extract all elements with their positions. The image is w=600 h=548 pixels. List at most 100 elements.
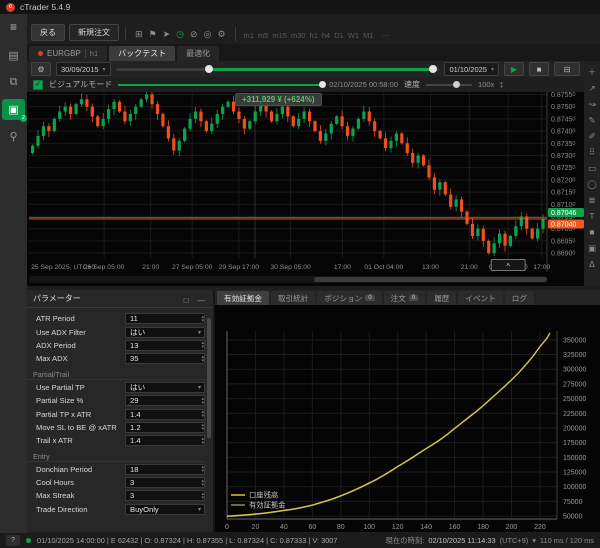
- range-end-handle[interactable]: [428, 65, 437, 73]
- results-tab-3[interactable]: 注文 0: [383, 291, 426, 305]
- tab-eurgbp[interactable]: EURGBP h1: [29, 46, 108, 61]
- layout-icon[interactable]: ⊞: [132, 28, 146, 41]
- chevron-down-icon[interactable]: ▾: [198, 506, 204, 513]
- value-stepper[interactable]: ▴ ▾: [201, 423, 204, 432]
- shape-tool[interactable]: ■: [584, 224, 600, 240]
- parameter-input[interactable]: 11 ▴ ▾: [125, 313, 205, 325]
- start-date-picker[interactable]: 30/09/2015 ▾: [56, 62, 111, 76]
- parameter-input[interactable]: 13 ▴ ▾: [125, 339, 205, 351]
- timeframe-M1[interactable]: M1: [361, 30, 375, 41]
- timeframe-W1[interactable]: W1: [346, 30, 361, 41]
- collapse-icon[interactable]: —: [195, 296, 207, 305]
- parameter-input[interactable]: 18 ▴ ▾: [125, 463, 205, 475]
- pencil-tool[interactable]: ✎: [584, 112, 600, 128]
- timeframe-m15[interactable]: m15: [270, 30, 289, 41]
- timeframe-m30[interactable]: m30: [289, 30, 308, 41]
- timeframe-D1[interactable]: D1: [332, 30, 346, 41]
- parameter-input[interactable]: 35 ▴ ▾: [125, 353, 205, 365]
- link-icon[interactable]: ⊘: [187, 28, 201, 41]
- playback-progress-slider[interactable]: [118, 80, 327, 90]
- parameter-input[interactable]: 1.2 ▴ ▾: [125, 421, 205, 433]
- backtest-settings-icon[interactable]: ⚙: [31, 62, 51, 76]
- help-icon[interactable]: ?: [6, 535, 20, 546]
- candlestick-chart-canvas[interactable]: 0.87550 0.87500 0.87450 0.87400 0.87350 0.873…: [29, 92, 585, 272]
- ray-tool[interactable]: ↝: [584, 96, 600, 112]
- timeframe-h1[interactable]: h1: [308, 30, 320, 41]
- fibonacci-tool[interactable]: ≣: [584, 192, 600, 208]
- date-range-slider[interactable]: [115, 63, 440, 75]
- value-stepper[interactable]: ▴ ▾: [201, 478, 204, 487]
- parameter-input[interactable]: 3 ▴ ▾: [125, 477, 205, 489]
- stepper-down-icon[interactable]: ▾: [201, 358, 204, 363]
- alert-tool[interactable]: Δ: [584, 256, 600, 272]
- back-button[interactable]: 戻る: [31, 24, 65, 41]
- stepper-down-icon[interactable]: ▾: [201, 400, 204, 405]
- popout-icon[interactable]: □: [182, 296, 191, 305]
- snapshot-tool[interactable]: ▣: [584, 240, 600, 256]
- trendline-tool[interactable]: ↗: [584, 80, 600, 96]
- stepper-down-icon[interactable]: ▾: [201, 440, 204, 445]
- parameter-input[interactable]: 3 ▴ ▾: [125, 490, 205, 502]
- sidebar-item-copy[interactable]: ⧉: [2, 72, 25, 93]
- value-stepper[interactable]: ▴ ▾: [201, 410, 204, 419]
- sidebar-item-automate[interactable]: ▣ 2: [2, 99, 27, 122]
- value-stepper[interactable]: ▴ ▾: [201, 314, 204, 323]
- speed-slider[interactable]: [426, 80, 473, 90]
- results-tab-6[interactable]: ログ: [504, 291, 534, 305]
- chevron-down-icon[interactable]: ▾: [198, 329, 204, 336]
- sidebar-item-trade[interactable]: ▤: [2, 45, 25, 66]
- price-chart[interactable]: 0.87550 0.87500 0.87450 0.87400 0.87350 0.873…: [27, 92, 584, 286]
- parameter-input[interactable]: BuyOnly ▾: [125, 503, 205, 515]
- stepper-down-icon[interactable]: ▾: [201, 482, 204, 487]
- stepper-down-icon[interactable]: ▾: [201, 427, 204, 432]
- dock-panel-button[interactable]: ⊟: [554, 62, 580, 76]
- sidebar-item-analyze[interactable]: ⚲: [2, 126, 25, 147]
- timeframe-m5[interactable]: m5: [256, 30, 270, 41]
- equity-chart-canvas[interactable]: 50000 75000 100000 125000 150000 175000 200000…: [215, 305, 600, 532]
- stepper-down-icon[interactable]: ▾: [201, 414, 204, 419]
- value-stepper[interactable]: ▴ ▾: [201, 491, 204, 500]
- value-stepper[interactable]: ▴ ▾: [201, 436, 204, 445]
- results-tab-4[interactable]: 履歴: [427, 291, 457, 305]
- value-stepper[interactable]: ▴ ▾: [201, 396, 204, 405]
- pattern-tool[interactable]: ⠿: [584, 144, 600, 160]
- text-tool[interactable]: T: [584, 208, 600, 224]
- rectangle-tool[interactable]: ▭: [584, 160, 600, 176]
- parameter-input[interactable]: 29 ▴ ▾: [125, 395, 205, 407]
- stop-button[interactable]: ■: [529, 62, 549, 76]
- tab-1[interactable]: バックテスト: [109, 46, 176, 61]
- value-stepper[interactable]: ▴ ▾: [201, 354, 204, 363]
- results-tab-0[interactable]: 有効証拠金: [217, 291, 269, 305]
- speed-handle[interactable]: [452, 80, 460, 88]
- visual-mode-checkbox[interactable]: ✓: [33, 79, 43, 90]
- pin-icon[interactable]: ⚑: [146, 28, 160, 41]
- range-start-handle[interactable]: [205, 65, 214, 73]
- speed-stepper[interactable]: ▴ ▾: [500, 80, 503, 89]
- chart-horizontal-scrollbar[interactable]: [29, 276, 547, 283]
- parameter-input[interactable]: 1.4 ▴ ▾: [125, 408, 205, 420]
- tab-2[interactable]: 最適化: [177, 46, 220, 61]
- stepper-down-icon[interactable]: ▾: [201, 495, 204, 500]
- stepper-down-icon[interactable]: ▾: [500, 84, 503, 89]
- parameter-input[interactable]: はい ▾: [125, 326, 205, 338]
- settings-icon[interactable]: ⚙: [214, 28, 228, 41]
- watchlist-icon[interactable]: ◎: [201, 28, 215, 41]
- hamburger-menu-icon[interactable]: ≡: [10, 20, 17, 34]
- pointer-icon[interactable]: ➤: [160, 28, 174, 41]
- timeframe-h4[interactable]: h4: [320, 30, 332, 41]
- parameter-input[interactable]: 1.4 ▴ ▾: [125, 435, 205, 447]
- value-stepper[interactable]: ▴ ▾: [201, 341, 204, 350]
- chart-scrollbar-thumb[interactable]: [313, 277, 547, 282]
- timeframe-m1[interactable]: m1: [242, 30, 256, 41]
- value-stepper[interactable]: ▴ ▾: [201, 465, 204, 474]
- stepper-down-icon[interactable]: ▾: [201, 318, 204, 323]
- more-icon[interactable]: ⋯: [380, 30, 392, 41]
- ellipse-tool[interactable]: ◯: [584, 176, 600, 192]
- stepper-down-icon[interactable]: ▾: [201, 469, 204, 474]
- chevron-down-icon[interactable]: ▾: [532, 536, 536, 545]
- chevron-down-icon[interactable]: ▾: [198, 384, 204, 391]
- new-order-button[interactable]: 新規注文: [69, 24, 119, 41]
- parameters-scrollbar[interactable]: [207, 318, 211, 438]
- playback-progress-handle[interactable]: [319, 80, 327, 88]
- crosshair-tool[interactable]: ＋: [584, 64, 600, 80]
